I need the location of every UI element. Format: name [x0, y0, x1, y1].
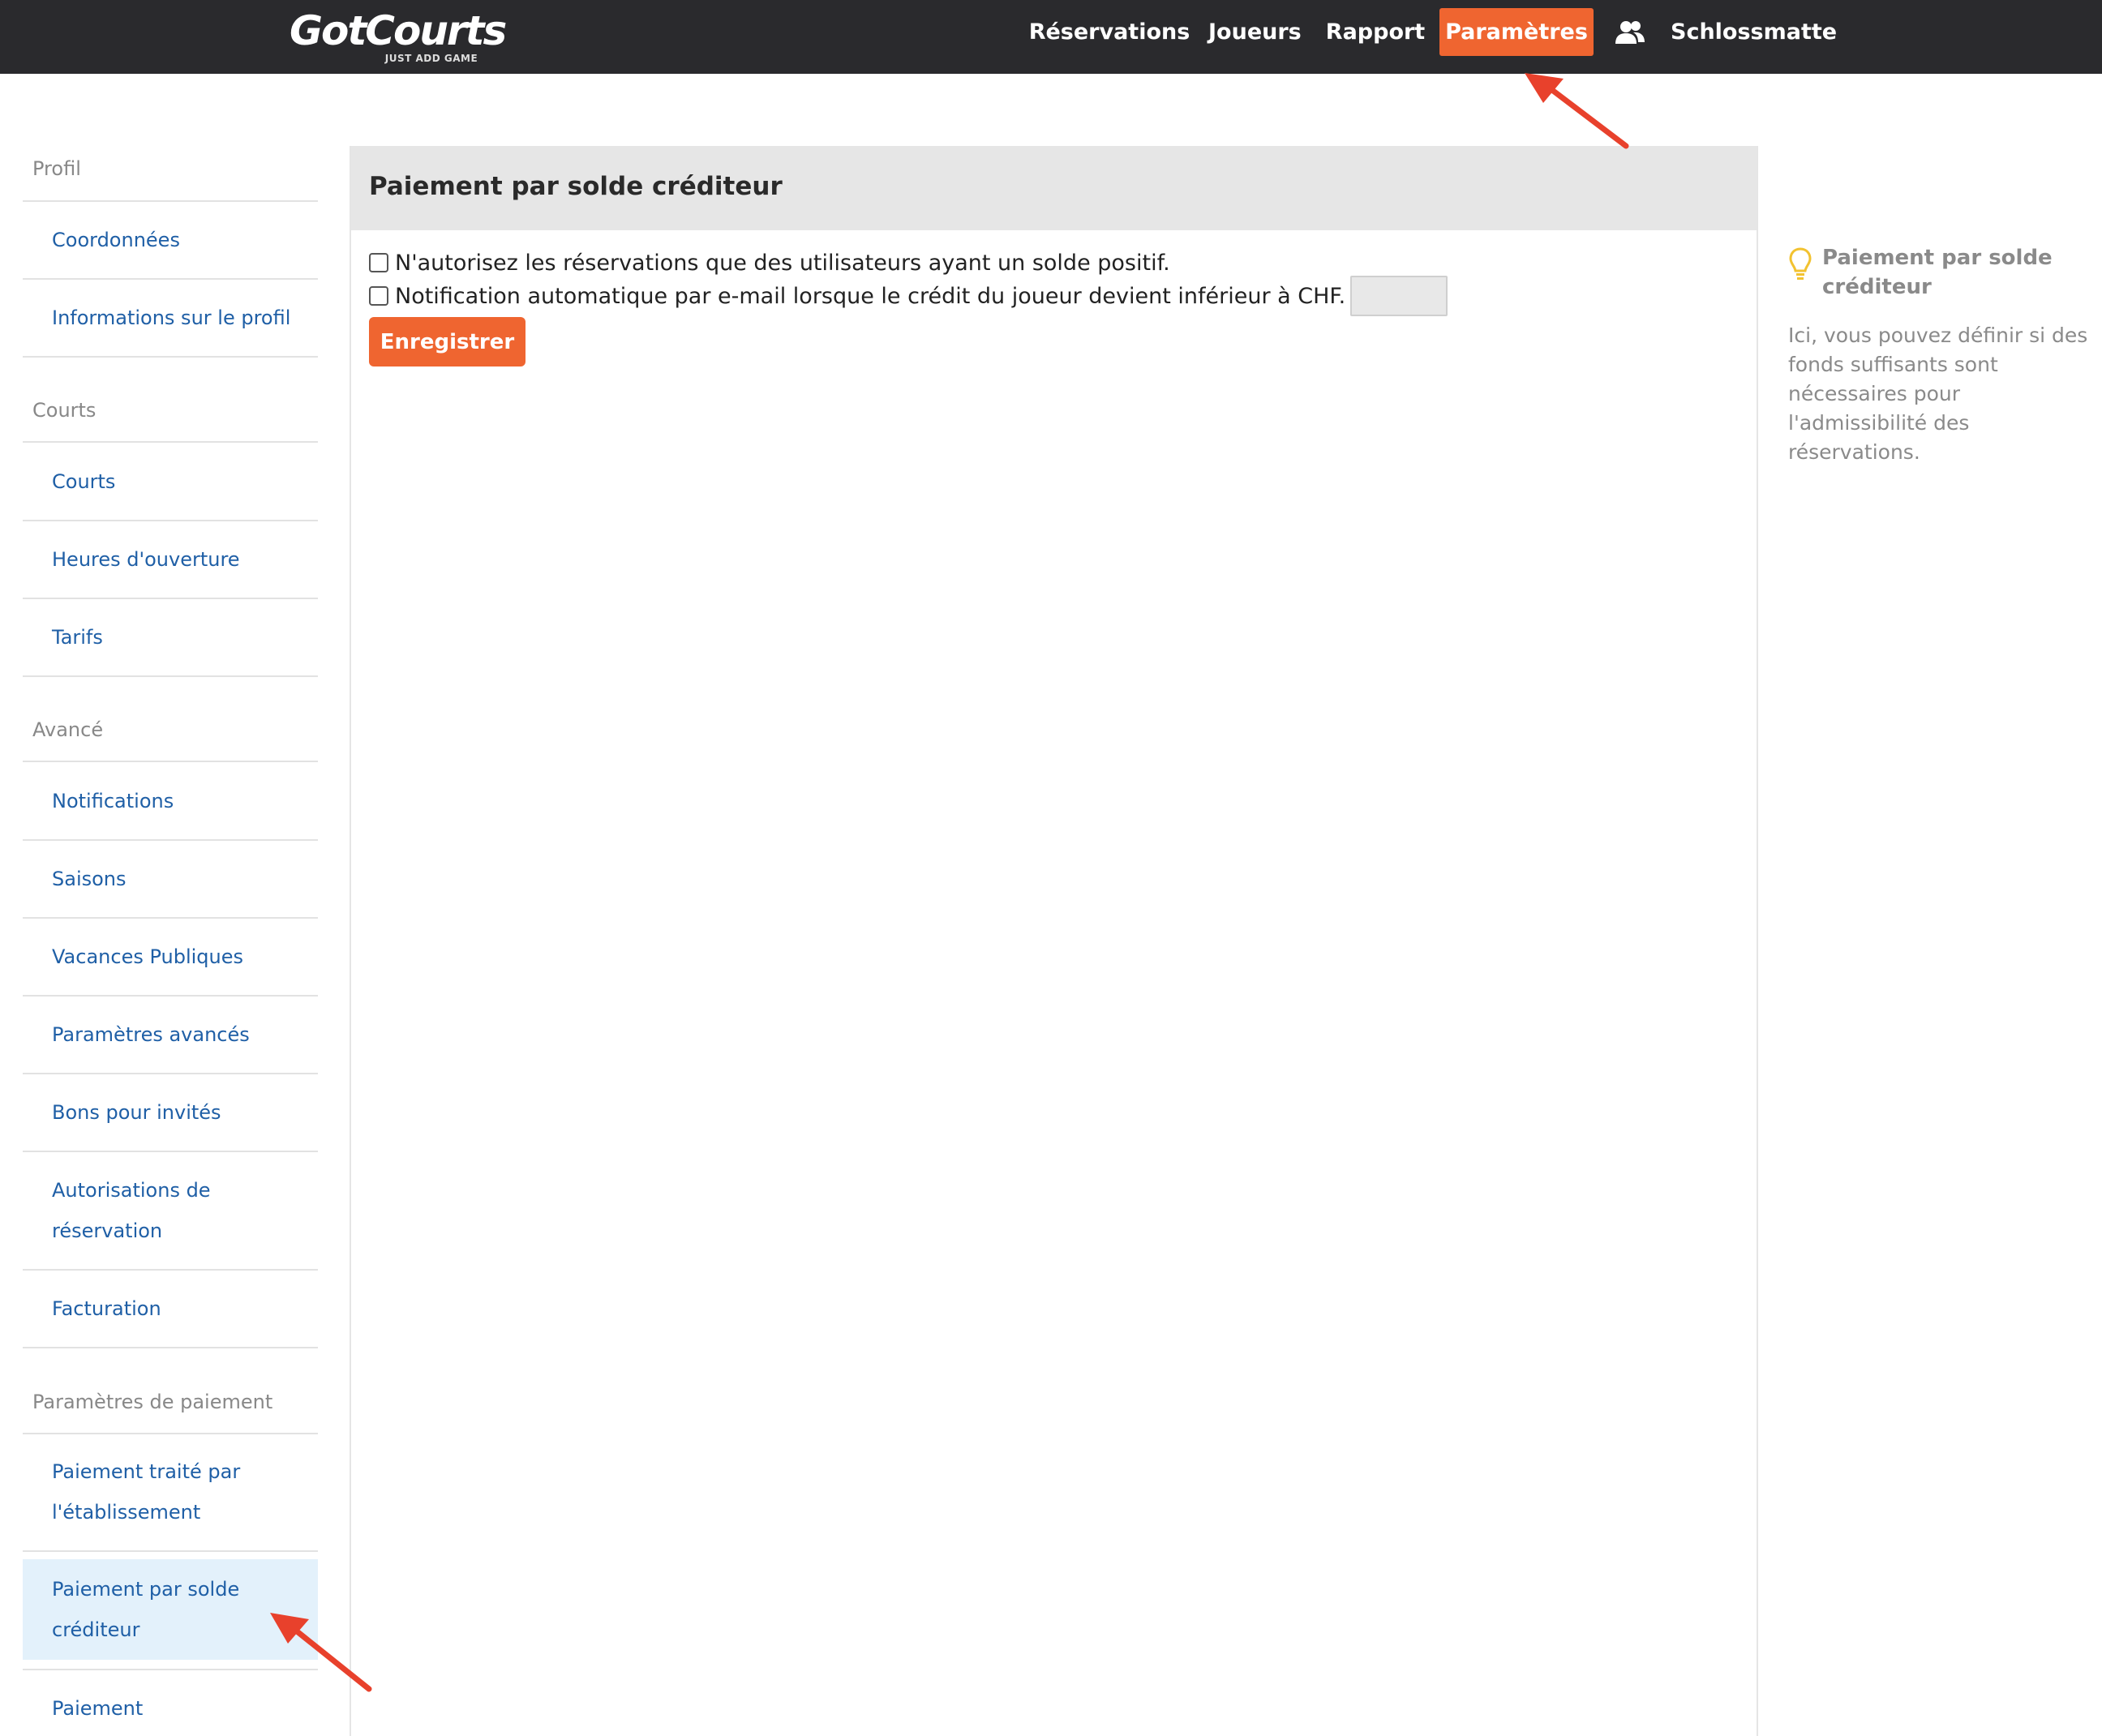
- sidebar-divider: [23, 200, 318, 202]
- sidebar-divider: [23, 356, 318, 358]
- sidebar-divider: [23, 995, 318, 997]
- sidebar-divider: [23, 441, 318, 443]
- sidebar-item-notifications[interactable]: Notifications: [23, 781, 318, 821]
- sidebar-divider: [23, 1269, 318, 1271]
- option-email-notification-row: Notification automatique par e-mail lors…: [369, 276, 1448, 316]
- lightbulb-icon: [1789, 247, 1812, 280]
- sidebar-divider: [23, 1073, 318, 1074]
- help-title: Paiement par solde créditeur: [1822, 246, 2053, 299]
- logo-tagline: JUST ADD GAME: [384, 53, 478, 64]
- sidebar-item-coordonnees[interactable]: Coordonnées: [23, 220, 318, 260]
- panel-header: Paiement par solde créditeur: [351, 146, 1757, 230]
- sidebar-section-profil: Profil: [32, 157, 81, 180]
- sidebar-section-parametres-paiement: Paramètres de paiement: [32, 1391, 273, 1413]
- sidebar-divider: [23, 598, 318, 599]
- nav-reservations[interactable]: Réservations: [1028, 8, 1190, 56]
- sidebar-divider: [23, 761, 318, 762]
- sidebar-divider: [23, 1151, 318, 1152]
- sidebar-item-parametres-avances[interactable]: Paramètres avancés: [23, 1014, 318, 1055]
- nav-joueurs[interactable]: Joueurs: [1208, 8, 1302, 56]
- chf-threshold-input[interactable]: [1350, 276, 1448, 316]
- sidebar-section-avance: Avancé: [32, 718, 104, 741]
- page-title: Paiement par solde créditeur: [369, 172, 783, 201]
- sidebar-divider: [23, 1433, 318, 1434]
- sidebar-item-paiement-solde-crediteur[interactable]: Paiement par solde créditeur: [23, 1559, 318, 1660]
- sidebar-item-informations-profil[interactable]: Informations sur le profil: [23, 298, 318, 338]
- sidebar-item-autorisations-reservation[interactable]: Autorisations de réservation: [23, 1170, 258, 1251]
- sidebar-divider: [23, 1669, 318, 1670]
- sidebar-item-label: Paiement par solde créditeur: [52, 1578, 240, 1641]
- logo-wordmark: GotCourts: [290, 7, 507, 54]
- nav-rapport[interactable]: Rapport: [1325, 8, 1426, 56]
- positive-balance-checkbox[interactable]: [369, 253, 388, 272]
- nav-parametres[interactable]: Paramètres: [1439, 8, 1594, 56]
- email-notification-checkbox[interactable]: [369, 286, 388, 306]
- sidebar-item-tarifs[interactable]: Tarifs: [23, 617, 318, 658]
- sidebar-item-saisons[interactable]: Saisons: [23, 859, 318, 899]
- sidebar-divider: [23, 917, 318, 919]
- option-positive-balance-row: N'autorisez les réservations que des uti…: [369, 246, 1170, 279]
- sidebar-item-heures-ouverture[interactable]: Heures d'ouverture: [23, 539, 318, 580]
- sidebar-divider: [23, 675, 318, 677]
- sidebar-item-facturation[interactable]: Facturation: [23, 1288, 318, 1329]
- save-button[interactable]: Enregistrer: [369, 317, 526, 366]
- sidebar-item-bons-invites[interactable]: Bons pour invités: [23, 1092, 318, 1133]
- sidebar-section-courts: Courts: [32, 399, 97, 422]
- sidebar-item-courts[interactable]: Courts: [23, 461, 318, 502]
- gotcourts-logo[interactable]: GotCourts JUST ADD GAME: [290, 6, 507, 68]
- sidebar-divider: [23, 520, 318, 521]
- users-icon[interactable]: [1614, 16, 1646, 49]
- sidebar-divider: [23, 839, 318, 841]
- sidebar-item-paiement[interactable]: Paiement: [23, 1688, 318, 1729]
- nav-club-name[interactable]: Schlossmatte: [1671, 8, 1837, 56]
- help-text: Ici, vous pouvez définir si des fonds su…: [1788, 324, 2088, 464]
- main-content-panel: Paiement par solde créditeur N'autorisez…: [350, 146, 1758, 1736]
- top-navigation-bar: GotCourts JUST ADD GAME Réservations Jou…: [0, 0, 2102, 74]
- email-notification-label: Notification automatique par e-mail lors…: [395, 283, 1346, 309]
- sidebar-divider: [23, 278, 318, 280]
- sidebar-divider: [23, 1550, 318, 1552]
- sidebar-divider: [23, 1347, 318, 1348]
- positive-balance-label: N'autorisez les réservations que des uti…: [395, 250, 1170, 276]
- sidebar-item-vacances-publiques[interactable]: Vacances Publiques: [23, 937, 318, 977]
- sidebar-item-paiement-etablissement[interactable]: Paiement traité par l'établissement: [23, 1451, 258, 1532]
- annotation-arrow-top: [1525, 73, 1629, 149]
